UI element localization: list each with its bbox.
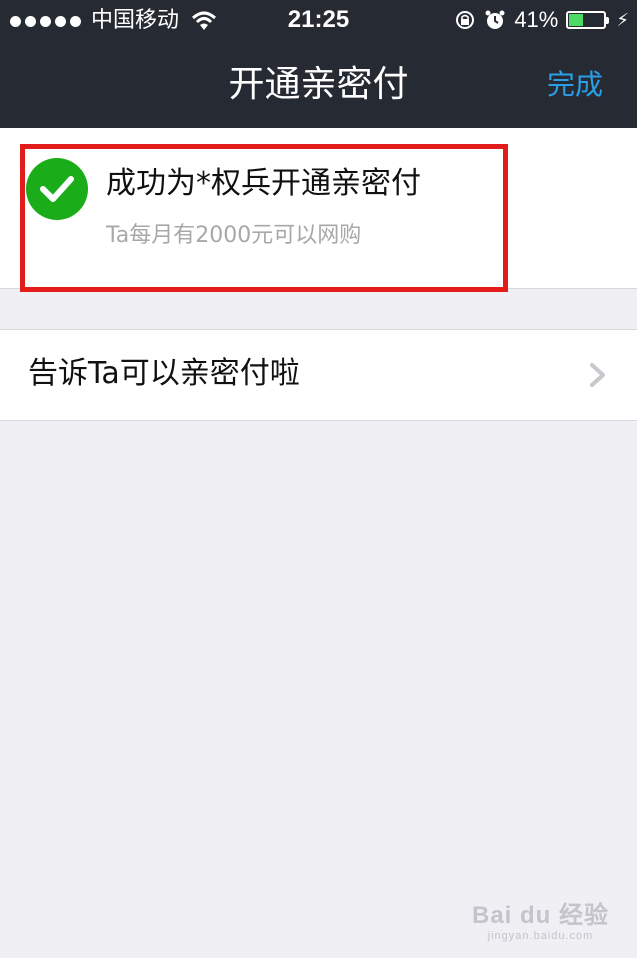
watermark-sub: jingyan.baidu.com [487, 930, 594, 942]
page-title: 开通亲密付 [228, 64, 409, 105]
success-title: 成功为*权兵开通亲密付 [106, 166, 421, 201]
alarm-icon [485, 10, 505, 29]
done-button[interactable]: 完成 [547, 68, 603, 102]
status-bar: 中国移动 21:25 41% ⚡ [0, 0, 637, 42]
list-item-tell-ta[interactable]: 告诉Ta可以亲密付啦 [0, 329, 637, 421]
success-subtitle: Ta每月有2000元可以网购 [106, 223, 362, 248]
charging-bolt-icon: ⚡ [616, 9, 629, 31]
check-circle-icon [26, 158, 88, 220]
rotation-lock-icon [456, 11, 475, 29]
baidu-watermark: Bai du 经验 jingyan.baidu.com [472, 895, 609, 942]
watermark-main: Bai du 经验 [471, 902, 609, 929]
success-card: 成功为*权兵开通亲密付 Ta每月有2000元可以网购 [0, 128, 637, 292]
battery-percent: 41% [514, 7, 559, 32]
navigation-bar: 开通亲密付 完成 [0, 42, 637, 128]
status-bar-right: 41% ⚡ [454, 7, 629, 33]
battery-icon [566, 11, 610, 29]
battery-fill [569, 14, 584, 26]
list-item-label: 告诉Ta可以亲密付啦 [28, 356, 300, 391]
chevron-right-icon [590, 363, 605, 387]
